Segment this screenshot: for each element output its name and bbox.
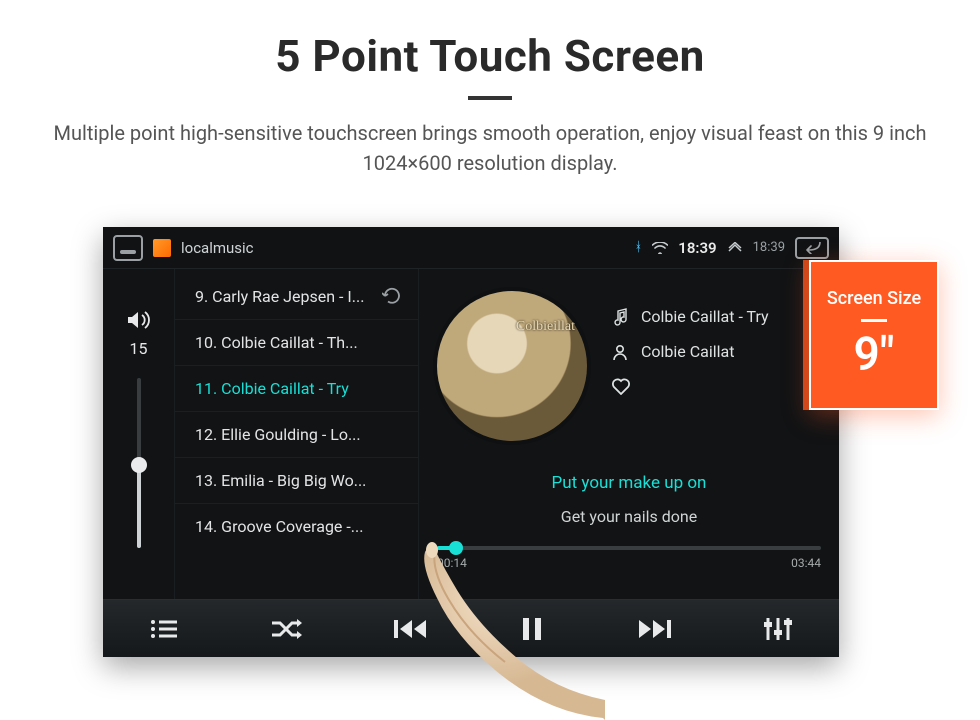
chevron-up-icon	[727, 242, 743, 254]
prev-button[interactable]	[380, 609, 440, 649]
back-button[interactable]	[795, 237, 829, 259]
status-bar: localmusic ᚼ 18:39 18:39	[103, 227, 839, 269]
now-playing-panel: Colbie Caillat - Try Colbie Caillat Put …	[419, 269, 839, 599]
track-label: 13. Emilia - Big Big Wo...	[195, 471, 366, 490]
track-row[interactable]: 10. Colbie Caillat - Th...	[175, 320, 418, 366]
clock-primary: 18:39	[678, 239, 716, 257]
badge-label: Screen Size	[827, 288, 921, 309]
favorite-button[interactable]	[611, 377, 631, 395]
time-total: 03:44	[791, 556, 821, 570]
page-subtitle: Multiple point high-sensitive touchscree…	[0, 118, 980, 178]
now-playing-title: Colbie Caillat - Try	[641, 307, 769, 326]
wifi-icon	[652, 242, 668, 254]
page-title: 5 Point Touch Screen	[0, 30, 980, 82]
artist-icon	[611, 343, 629, 361]
now-playing-artist: Colbie Caillat	[641, 342, 734, 361]
volume-panel: 15	[103, 269, 175, 599]
lyric-current: Put your make up on	[437, 473, 821, 493]
badge-value: 9"	[854, 328, 895, 382]
lyric-next: Get your nails done	[437, 507, 821, 526]
track-row[interactable]: 12. Ellie Goulding - Lo...	[175, 412, 418, 458]
playlist: 9. Carly Rae Jepsen - I... 10. Colbie Ca…	[175, 269, 419, 599]
screen-size-badge: Screen Size 9"	[809, 260, 939, 410]
pause-button[interactable]	[502, 609, 562, 649]
track-label: 9. Carly Rae Jepsen - I...	[195, 287, 364, 306]
home-button[interactable]	[113, 235, 143, 261]
title-underline	[468, 96, 512, 100]
music-app-icon	[153, 239, 171, 257]
loop-icon[interactable]	[382, 286, 402, 306]
track-label: 14. Groove Coverage -...	[195, 517, 363, 536]
next-button[interactable]	[625, 609, 685, 649]
time-elapsed: 00:14	[437, 556, 467, 570]
volume-level: 15	[130, 339, 148, 358]
playlist-button[interactable]	[134, 609, 194, 649]
track-label: 12. Ellie Goulding - Lo...	[195, 425, 361, 444]
album-art	[437, 291, 587, 441]
equalizer-button[interactable]	[748, 609, 808, 649]
shuffle-button[interactable]	[257, 609, 317, 649]
track-row[interactable]: 9. Carly Rae Jepsen - I...	[175, 273, 418, 320]
head-unit-screen: localmusic ᚼ 18:39 18:39 15 9. Carly Rae…	[103, 227, 839, 657]
transport-controls	[103, 599, 839, 657]
clock-secondary: 18:39	[753, 240, 785, 255]
track-row-active[interactable]: 11. Colbie Caillat - Try	[175, 366, 418, 412]
volume-icon	[126, 309, 152, 331]
track-label: 10. Colbie Caillat - Th...	[195, 333, 358, 352]
volume-slider[interactable]	[137, 378, 141, 548]
progress-bar[interactable]: 00:14 03:44	[437, 546, 821, 570]
music-note-icon	[611, 308, 629, 326]
track-label: 11. Colbie Caillat - Try	[195, 379, 349, 398]
track-row[interactable]: 13. Emilia - Big Big Wo...	[175, 458, 418, 504]
bluetooth-icon: ᚼ	[634, 240, 642, 255]
track-row[interactable]: 14. Groove Coverage -...	[175, 504, 418, 549]
app-label: localmusic	[181, 239, 254, 257]
